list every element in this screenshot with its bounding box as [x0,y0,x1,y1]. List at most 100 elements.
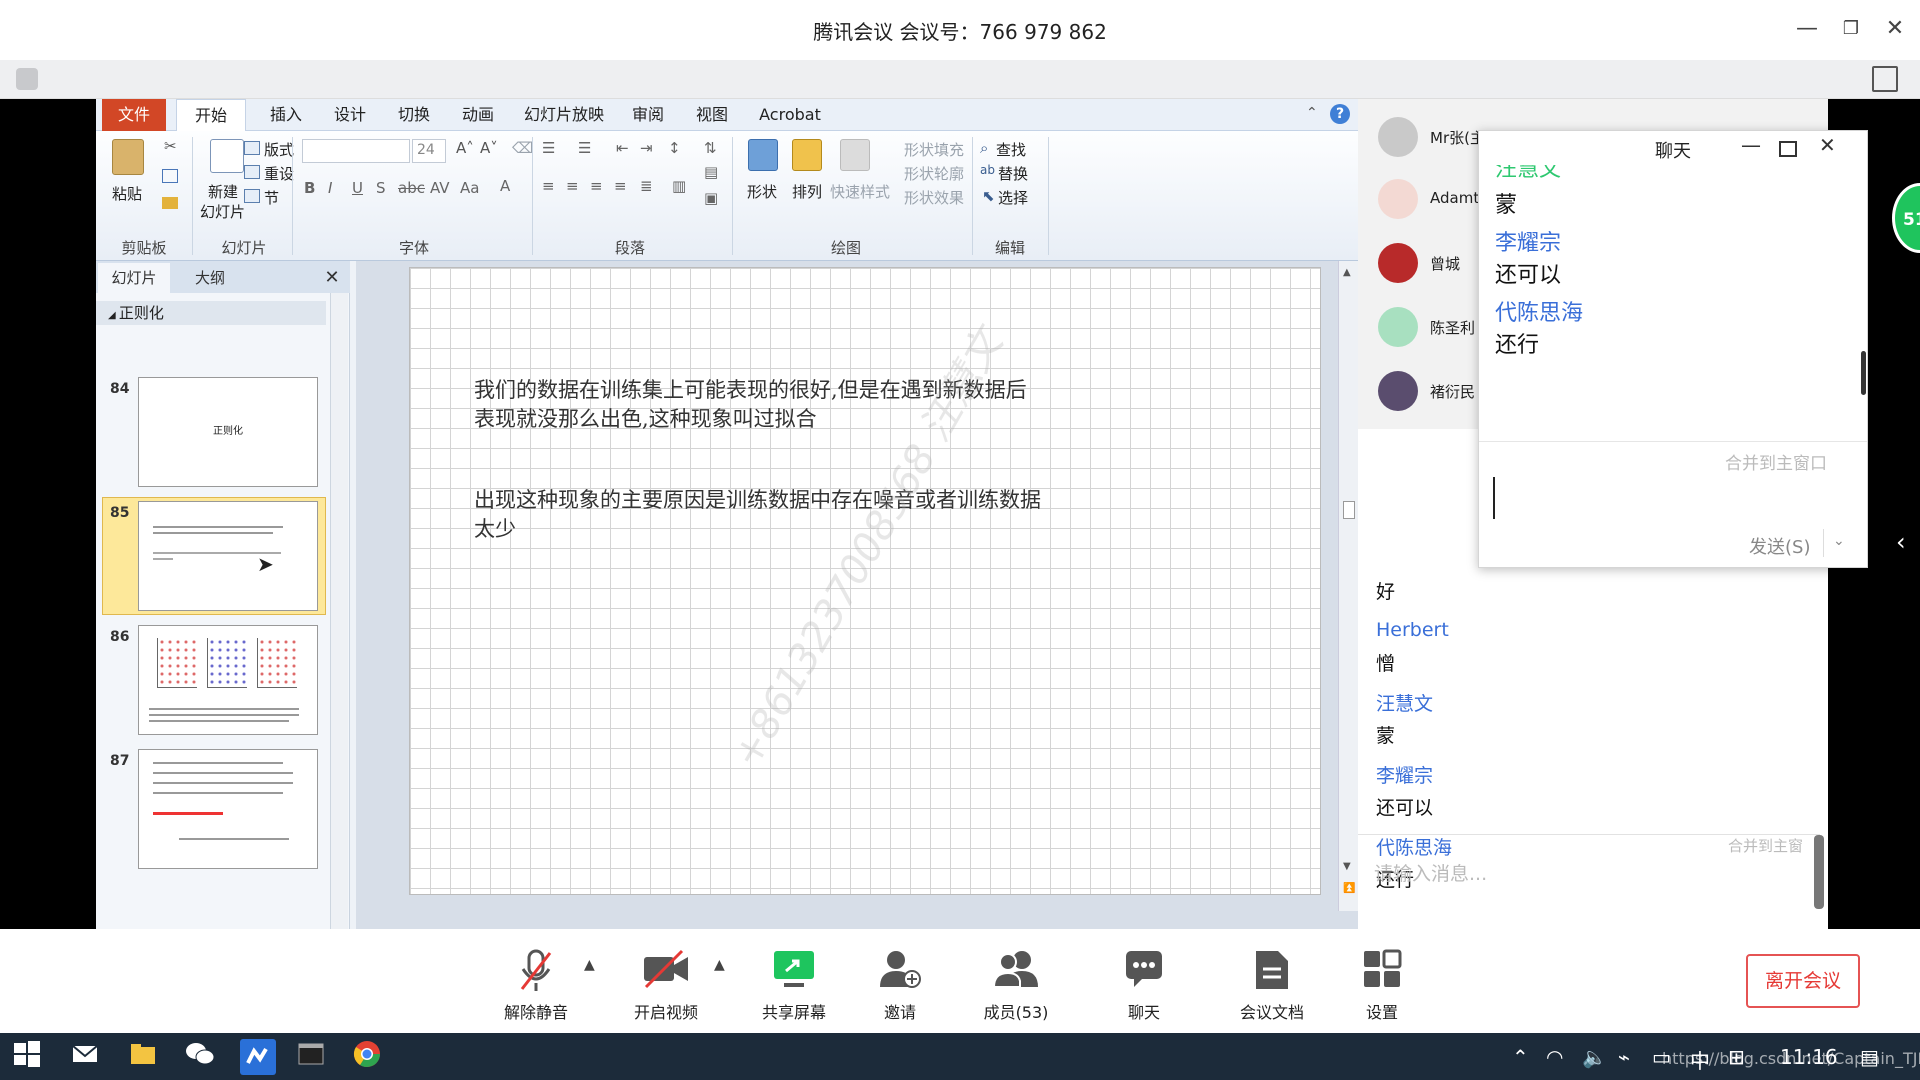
chat-input[interactable]: 请输入消息... [1374,859,1487,886]
chat-scrollbar[interactable] [1861,351,1866,395]
arrange-icon[interactable] [792,139,822,171]
slide-scrollbar[interactable]: ▲ ▼ ⏫ [1338,261,1360,911]
shapes-button[interactable]: 形状 [747,181,777,202]
text-direction-icon[interactable]: ⇅ [704,139,717,157]
shape-fill-button[interactable]: 形状填充 [904,139,964,160]
meeting-docs-button[interactable]: 会议文档 [1232,929,1312,1033]
copy-icon[interactable] [162,169,178,183]
shrink-font-icon[interactable]: A˅ [480,139,498,157]
change-case-icon[interactable]: Aa [460,179,479,197]
columns-icon[interactable]: ▥ [672,177,686,195]
restore-icon[interactable]: ❐ [1836,14,1866,44]
unmute-button[interactable]: 解除静音 [496,929,576,1033]
underline-icon[interactable]: U [352,179,363,197]
panel-resize-handle[interactable] [1814,835,1824,909]
wechat-icon[interactable] [184,1039,220,1075]
replace-button[interactable]: 替换 [998,163,1028,184]
chat-button[interactable]: 聊天 [1104,929,1184,1033]
bold-icon[interactable]: B [304,179,315,197]
slide-thumbnail[interactable] [138,625,318,735]
align-right-icon[interactable]: ≡ [590,177,603,195]
windows-start-icon[interactable] [12,1039,48,1075]
send-options-icon[interactable]: ⌄ [1833,533,1845,549]
tab-outline-panel[interactable]: 大纲 [174,263,246,293]
smartart-icon[interactable]: ▣ [704,189,718,207]
distribute-icon[interactable]: ≣ [640,177,653,195]
tab-home[interactable]: 开始 [176,99,246,131]
select-icon[interactable]: ⬉ [982,187,995,205]
merge-to-main-button[interactable]: 合并到主窗口 [1725,449,1827,474]
leave-meeting-button[interactable]: 离开会议 [1746,954,1860,1008]
shield-icon[interactable] [16,68,38,90]
share-screen-button[interactable]: 共享屏幕 [754,929,834,1033]
italic-icon[interactable]: I [328,179,332,197]
strikethrough-icon[interactable]: abc [398,179,425,197]
char-spacing-icon[interactable]: AV [430,179,450,197]
line-spacing-icon[interactable]: ↕ [668,139,681,157]
new-slide-button-2[interactable]: 幻灯片 [200,201,245,222]
paste-button[interactable]: 粘贴 [112,183,142,204]
chat-text-cursor[interactable] [1493,477,1495,519]
increase-indent-icon[interactable]: ⇥ [640,139,653,157]
tab-transitions[interactable]: 切换 [384,99,444,131]
tab-slides-panel[interactable]: 幻灯片 [98,263,170,293]
invite-button[interactable]: 邀请 [860,929,940,1033]
shape-effects-button[interactable]: 形状效果 [904,187,964,208]
paste-icon[interactable] [112,139,144,175]
mail-icon[interactable] [70,1039,106,1075]
terminal-icon[interactable] [296,1039,332,1075]
font-size-select[interactable]: 24 [412,139,446,163]
bullets-icon[interactable]: ☰ [542,139,555,157]
tab-insert[interactable]: 插入 [256,99,316,131]
quick-styles-icon[interactable] [840,139,870,171]
audio-options-icon[interactable]: ▲ [584,957,595,973]
wifi-icon[interactable]: ◠ [1546,1045,1563,1069]
find-icon[interactable]: ⌕ [980,139,988,157]
shadow-icon[interactable]: S [376,179,386,197]
align-left-icon[interactable]: ≡ [542,177,555,195]
numbering-icon[interactable]: ☰ [578,139,591,157]
slide-thumbnail[interactable]: 正则化 [138,377,318,487]
video-options-icon[interactable]: ▲ [714,957,725,973]
tab-review[interactable]: 审阅 [620,99,676,131]
slide-text-line[interactable]: 出现这种现象的主要原因是训练数据中存在噪音或者训练数据 [474,486,1041,515]
slide-text-line[interactable]: 表现就没那么出色,这种现象叫过拟合 [474,405,817,434]
arrange-button[interactable]: 排列 [792,181,822,202]
tab-animations[interactable]: 动画 [448,99,508,131]
section-button[interactable]: 节 [264,187,279,208]
start-video-button[interactable]: 开启视频 [626,929,706,1033]
cut-icon[interactable]: ✂ [164,137,177,155]
network-icon[interactable]: ⌁ [1618,1045,1630,1069]
chrome-icon[interactable] [352,1039,388,1075]
find-button[interactable]: 查找 [996,139,1026,160]
slide-canvas[interactable]: 我们的数据在训练集上可能表现的很好,但是在遇到新数据后 表现就没那么出色,这种现… [409,267,1321,895]
decrease-indent-icon[interactable]: ⇤ [616,139,629,157]
slide-thumbnail[interactable]: ➤ [138,501,318,611]
quick-styles-button[interactable]: 快速样式 [830,181,890,202]
section-header[interactable]: ◢ 正则化 [96,301,326,325]
align-text-icon[interactable]: ▤ [704,163,718,181]
font-color-icon[interactable]: A [500,177,510,195]
format-painter-icon[interactable] [162,197,178,209]
justify-icon[interactable]: ≡ [614,177,627,195]
volume-icon[interactable]: 🔈 [1582,1045,1607,1069]
new-slide-icon[interactable] [210,139,244,173]
reset-button[interactable]: 重设 [264,163,294,184]
shape-outline-button[interactable]: 形状轮廓 [904,163,964,184]
chat-maximize-icon[interactable] [1779,141,1797,157]
help-icon[interactable]: ? [1330,104,1350,124]
shapes-icon[interactable] [748,139,778,171]
tab-slideshow[interactable]: 幻灯片放映 [514,99,614,131]
tab-design[interactable]: 设计 [320,99,380,131]
tab-view[interactable]: 视图 [684,99,740,131]
grow-font-icon[interactable]: A˄ [456,139,474,157]
select-button[interactable]: 选择 [998,187,1028,208]
replace-icon[interactable]: ab [980,163,995,177]
close-panel-icon[interactable]: ✕ [318,263,346,293]
file-explorer-icon[interactable] [128,1039,164,1075]
tab-acrobat[interactable]: Acrobat [752,99,828,131]
send-button[interactable]: 发送(S) [1749,533,1810,559]
tab-file[interactable]: 文件 [102,99,166,131]
tencent-meeting-icon[interactable] [240,1039,276,1075]
settings-button[interactable]: 设置 [1342,929,1422,1033]
